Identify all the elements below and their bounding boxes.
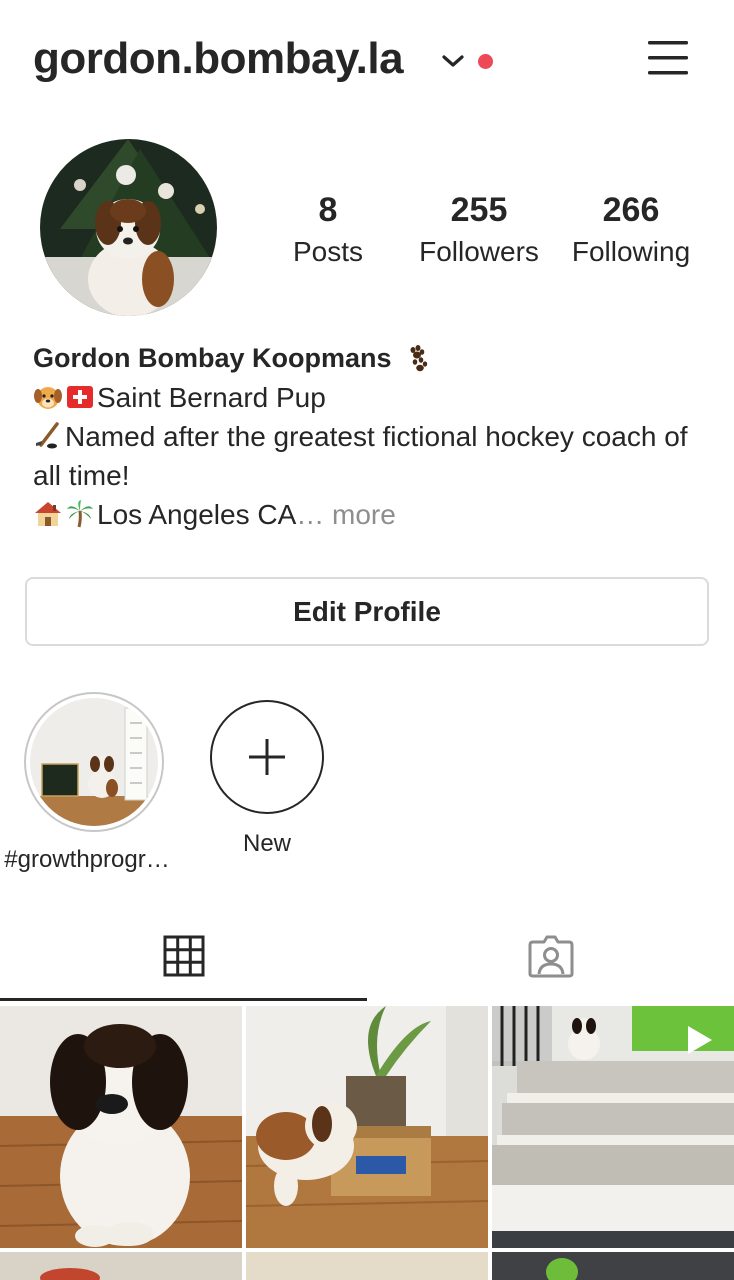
profile-bio: Gordon Bombay Koopmans Saint Bernard Pup [33, 338, 713, 534]
following-label: Following [571, 236, 691, 267]
following-stat[interactable]: 266 Following [566, 188, 696, 272]
followers-stat[interactable]: 255 Followers [414, 188, 544, 272]
chevron-down-icon[interactable] [440, 52, 466, 70]
swiss-flag-icon [67, 386, 93, 408]
username-title[interactable]: gordon.bombay.la [33, 34, 404, 84]
post-thumbnail[interactable] [492, 1252, 734, 1280]
post-thumbnail[interactable] [246, 1006, 488, 1248]
active-tab-indicator [0, 998, 367, 1001]
highlight-cover-image [30, 698, 158, 826]
palm-tree-icon [67, 500, 93, 528]
paw-prints-icon [410, 345, 428, 372]
followers-label: Followers [419, 236, 539, 267]
post-thumbnail[interactable] [0, 1006, 242, 1248]
new-highlight-button[interactable] [210, 700, 324, 814]
display-name: Gordon Bombay Koopmans [33, 343, 392, 373]
new-highlight[interactable]: New [210, 700, 324, 858]
tab-tagged[interactable] [367, 910, 734, 1002]
posts-count: 8 [318, 191, 338, 229]
house-icon [35, 502, 61, 526]
bio-more-link[interactable]: more [332, 499, 396, 530]
dog-face-icon [34, 387, 62, 409]
bio-line-1: Saint Bernard Pup [97, 382, 326, 413]
post-thumbnail[interactable] [0, 1252, 242, 1280]
post-thumbnail[interactable] [246, 1252, 488, 1280]
bio-line-3: Los Angeles CA [97, 499, 297, 530]
tab-grid[interactable] [0, 910, 367, 1002]
plus-icon [249, 739, 285, 775]
profile-avatar[interactable] [40, 139, 217, 316]
hamburger-menu-icon[interactable] [644, 38, 692, 78]
hockey-stick-icon [36, 422, 59, 449]
profile-tabs [0, 910, 734, 1002]
post-thumbnail[interactable] [492, 1006, 734, 1248]
posts-stat[interactable]: 8 Posts [288, 188, 368, 272]
following-count: 266 [602, 191, 660, 229]
grid-icon [163, 935, 204, 977]
highlight-growth-progress[interactable]: #growthprogr… [2, 692, 172, 874]
posts-label: Posts [292, 236, 364, 267]
highlight-label: #growthprogr… [4, 846, 170, 873]
new-highlight-label: New [242, 830, 291, 857]
bio-ellipsis: … [296, 499, 325, 530]
edit-profile-button[interactable]: Edit Profile [25, 577, 709, 646]
notification-dot [478, 54, 493, 69]
tagged-person-icon [528, 935, 573, 978]
bio-line-2: Named after the greatest fictional hocke… [33, 421, 688, 491]
followers-count: 255 [450, 191, 508, 229]
top-bar: gordon.bombay.la [0, 0, 734, 120]
